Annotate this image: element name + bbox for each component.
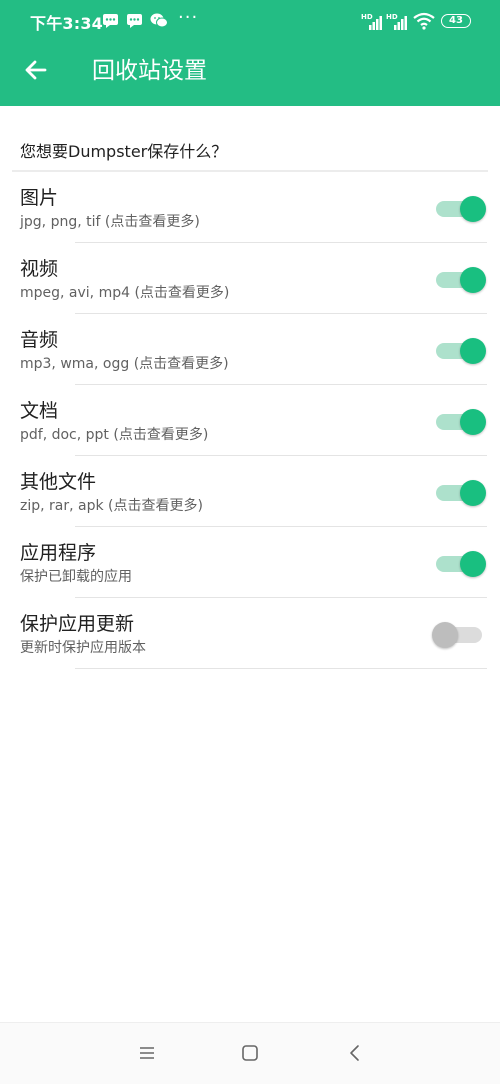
- setting-title: 应用程序: [20, 542, 97, 564]
- setting-subtitle[interactable]: zip, rar, apk (点击查看更多): [20, 497, 203, 515]
- more-notifications-indicator: ···: [178, 7, 199, 28]
- svg-text:HD: HD: [361, 13, 373, 21]
- battery-level: 43: [449, 15, 463, 26]
- setting-subtitle: 更新时保护应用版本: [20, 640, 146, 656]
- menu-icon[interactable]: [135, 1041, 159, 1065]
- setting-row-other-files[interactable]: 其他文件 zip, rar, apk (点击查看更多): [0, 456, 500, 527]
- home-square-icon[interactable]: [238, 1041, 262, 1065]
- hd-signal-icon: HD: [361, 13, 382, 30]
- status-bar: 下午3:34 ··· HD HD 43: [0, 0, 500, 40]
- setting-title: 其他文件: [20, 471, 97, 493]
- setting-row-documents[interactable]: 文档 pdf, doc, ppt (点击查看更多): [0, 385, 500, 456]
- switch-thumb: [460, 338, 486, 364]
- setting-subtitle[interactable]: mpeg, avi, mp4 (点击查看更多): [20, 284, 229, 302]
- setting-subtitle[interactable]: pdf, doc, ppt (点击查看更多): [20, 426, 208, 444]
- setting-title: 文档: [20, 400, 59, 422]
- system-nav-bar: [0, 1022, 500, 1084]
- setting-row-images[interactable]: 图片 jpg, png, tif (点击查看更多): [0, 172, 500, 243]
- switch-thumb: [460, 409, 486, 435]
- toggle-switch-app-updates[interactable]: [432, 622, 486, 648]
- switch-thumb: [460, 480, 486, 506]
- status-time: 下午3:34: [30, 14, 103, 33]
- message-notification-icon: [103, 14, 118, 28]
- setting-row-audio[interactable]: 音频 mp3, wma, ogg (点击查看更多): [0, 314, 500, 385]
- switch-thumb: [460, 196, 486, 222]
- toggle-switch-audio[interactable]: [434, 338, 486, 364]
- section-header: 您想要Dumpster保存什么？: [20, 142, 228, 161]
- setting-row-videos[interactable]: 视频 mpeg, avi, mp4 (点击查看更多): [0, 243, 500, 314]
- arrow-left-icon[interactable]: [18, 52, 54, 88]
- back-chevron-icon[interactable]: [343, 1041, 367, 1065]
- toggle-switch-other-files[interactable]: [434, 480, 486, 506]
- setting-subtitle[interactable]: mp3, wma, ogg (点击查看更多): [20, 355, 229, 373]
- battery-icon: 43: [441, 14, 471, 28]
- setting-title: 音频: [20, 329, 59, 351]
- toggle-switch-images[interactable]: [434, 196, 486, 222]
- setting-subtitle[interactable]: jpg, png, tif (点击查看更多): [20, 213, 200, 231]
- setting-title: 保护应用更新: [20, 613, 135, 635]
- setting-row-app-updates[interactable]: 保护应用更新 更新时保护应用版本: [0, 598, 500, 669]
- setting-title: 视频: [20, 258, 59, 280]
- toggle-switch-apps[interactable]: [434, 551, 486, 577]
- app-bar: 下午3:34 ··· HD HD 43 回收站设置: [0, 0, 500, 106]
- switch-thumb: [460, 551, 486, 577]
- switch-thumb: [460, 267, 486, 293]
- switch-thumb: [432, 622, 458, 648]
- svg-text:HD: HD: [386, 13, 398, 21]
- hd-signal-icon: HD: [386, 13, 407, 30]
- wifi-icon: [413, 12, 435, 30]
- page-title: 回收站设置: [92, 58, 207, 84]
- setting-subtitle: 保护已卸载的应用: [20, 569, 132, 585]
- toggle-switch-videos[interactable]: [434, 267, 486, 293]
- toggle-switch-documents[interactable]: [434, 409, 486, 435]
- setting-title: 图片: [20, 187, 59, 209]
- setting-row-apps[interactable]: 应用程序 保护已卸载的应用: [0, 527, 500, 598]
- row-divider: [75, 668, 487, 669]
- wechat-icon: [150, 13, 168, 28]
- message-notification-icon: [127, 14, 142, 28]
